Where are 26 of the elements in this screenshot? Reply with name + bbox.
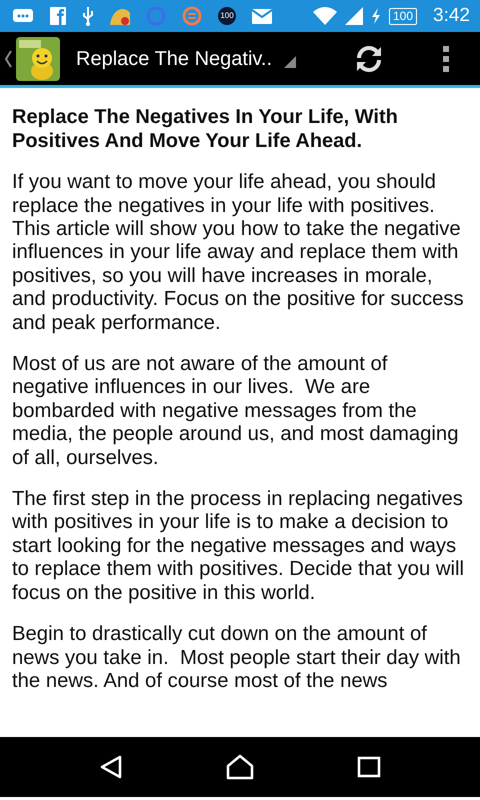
food-icon xyxy=(110,7,130,25)
dropdown-corner-icon[interactable] xyxy=(284,56,296,68)
facebook-icon xyxy=(50,7,66,25)
charging-icon xyxy=(370,8,381,24)
wifi-icon xyxy=(312,6,337,26)
article-paragraph: The first step in the process in replacing negatives with positives in your life is to make a decision to start looking for the negative messages and ways to replace them with positives. Decide that you will focus on the positive in this world. xyxy=(12,488,466,606)
back-icon[interactable] xyxy=(99,755,124,779)
overflow-menu-icon[interactable] xyxy=(442,46,450,72)
message-icon xyxy=(12,8,34,24)
usb-icon xyxy=(82,6,94,26)
article-heading: Replace The Negatives In Your Life, With Positives And Move Your Life Ahead. xyxy=(12,106,399,154)
article-paragraph: If you want to move your life ahead, you should replace the negatives in your life with positives. This article will show you how to take the negative influences in your life away and replace them with positives, so you will have increases in morale, and productivity. Focus on the positive for success and peak performance. xyxy=(12,171,465,336)
article-paragraph: Begin to drastically cut down on the amount of news you take in. Most people start their day with the news. And of course most of the news xyxy=(12,623,462,694)
refresh-icon[interactable] xyxy=(354,44,384,74)
signal-icon xyxy=(344,7,363,25)
battery-indicator: 100 xyxy=(388,8,418,24)
recents-icon[interactable] xyxy=(356,756,381,778)
app-title: Replace The Negativ.. xyxy=(76,46,272,72)
s-logo-icon xyxy=(182,6,202,26)
ring-icon xyxy=(146,6,166,26)
mail-icon xyxy=(252,8,272,24)
back-icon[interactable] xyxy=(4,50,12,68)
home-icon[interactable] xyxy=(226,754,254,780)
notification-badge: 100 xyxy=(218,7,236,25)
clock: 3:42 xyxy=(433,4,470,28)
article-paragraph: Most of us are not aware of the amount of negative influences in our lives. We are bombarded with negative messages from the media, the people around us, and most damaging of all, ourselves. xyxy=(12,353,460,470)
